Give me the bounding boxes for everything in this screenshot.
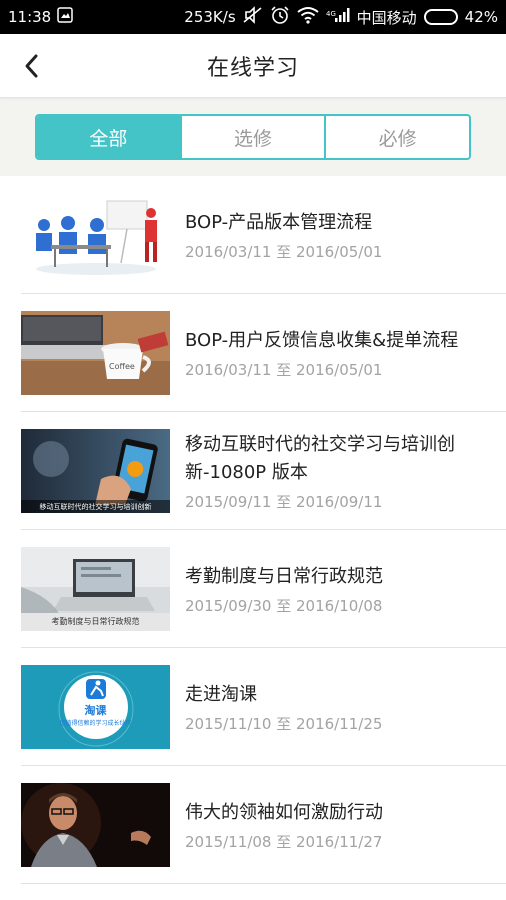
- tab-required[interactable]: 必修: [324, 116, 469, 158]
- course-title: BOP-用户反馈信息收集&提单流程: [185, 329, 459, 351]
- battery-icon: [423, 9, 458, 25]
- course-title: 考勤制度与日常行政规范: [185, 565, 383, 587]
- back-button[interactable]: [14, 48, 50, 84]
- course-item[interactable]: 淘课 您值得信赖的学习成长伙伴 走进淘课 2015/11/10 至 2016/1…: [0, 648, 506, 766]
- course-title: 伟大的领袖如何激励行动: [185, 801, 383, 823]
- course-item[interactable]: Coffee BOP-用户反馈信息收集&提单流程 2016/03/11 至 20…: [0, 294, 506, 412]
- signal-icon: 4G: [326, 7, 350, 27]
- course-item[interactable]: 移动互联时代的社交学习与培训创新 移动互联时代的社交学习与培训创新-1080P …: [0, 412, 506, 530]
- course-date: 2015/11/08 至 2016/11/27: [185, 832, 383, 851]
- course-thumbnail: [21, 193, 170, 277]
- course-list: BOP-产品版本管理流程 2016/03/11 至 2016/05/01 Cof…: [0, 176, 506, 884]
- status-bar: 11:38 253K/s 4G 中国移动 42%: [0, 0, 506, 34]
- course-date: 2015/11/10 至 2016/11/25: [185, 714, 383, 733]
- course-thumbnail: 考勤制度与日常行政规范: [21, 547, 170, 631]
- filter-tab-area: 全部 选修 必修: [0, 98, 506, 176]
- course-date: 2016/03/11 至 2016/05/01: [185, 242, 383, 261]
- status-carrier: 中国移动: [356, 8, 417, 27]
- course-date: 2016/03/11 至 2016/05/01: [185, 360, 383, 379]
- gallery-notification-icon: [57, 7, 73, 27]
- course-thumbnail: 淘课 您值得信赖的学习成长伙伴: [21, 665, 170, 749]
- course-date: 2015/09/30 至 2016/10/08: [185, 596, 383, 615]
- alarm-icon: [270, 5, 290, 29]
- status-net-speed: 253K/s: [184, 8, 236, 26]
- tab-elective[interactable]: 选修: [179, 116, 325, 158]
- status-battery-percent: 42%: [464, 8, 498, 26]
- course-item[interactable]: 伟大的领袖如何激励行动 2015/11/08 至 2016/11/27: [0, 766, 506, 884]
- svg-text:4G: 4G: [326, 10, 336, 18]
- course-title: 走进淘课: [185, 683, 257, 705]
- brand-slogan: 您值得信赖的学习成长伙伴: [59, 720, 132, 727]
- filter-tabs: 全部 选修 必修: [35, 114, 471, 160]
- brand-logo-text: 淘课: [84, 704, 107, 717]
- course-item[interactable]: BOP-产品版本管理流程 2016/03/11 至 2016/05/01: [0, 176, 506, 294]
- course-item[interactable]: 考勤制度与日常行政规范 考勤制度与日常行政规范 2015/09/30 至 201…: [0, 530, 506, 648]
- mute-icon: [243, 6, 263, 28]
- course-thumbnail: Coffee: [21, 311, 170, 395]
- chevron-left-icon: [25, 54, 38, 78]
- svg-text:Coffee: Coffee: [109, 362, 135, 371]
- course-title: BOP-产品版本管理流程: [185, 211, 373, 233]
- wifi-icon: [297, 6, 319, 28]
- page-title: 在线学习: [206, 55, 299, 81]
- app-screen: 11:38 253K/s 4G 中国移动 42% 在线学习 全部 选修 必修 B…: [0, 0, 506, 900]
- course-date: 2015/09/11 至 2016/09/11: [185, 492, 383, 511]
- course-thumbnail: 移动互联时代的社交学习与培训创新: [21, 429, 170, 513]
- thumbnail-caption: 考勤制度与日常行政规范: [51, 617, 140, 626]
- course-thumbnail: [21, 783, 170, 867]
- status-time: 11:38: [8, 8, 52, 26]
- tab-all[interactable]: 全部: [37, 116, 180, 158]
- course-title: 移动互联时代的社交学习与培训创新-1080P 版本: [185, 433, 455, 483]
- thumbnail-caption: 移动互联时代的社交学习与培训创新: [39, 503, 152, 511]
- app-header: 在线学习: [0, 34, 506, 98]
